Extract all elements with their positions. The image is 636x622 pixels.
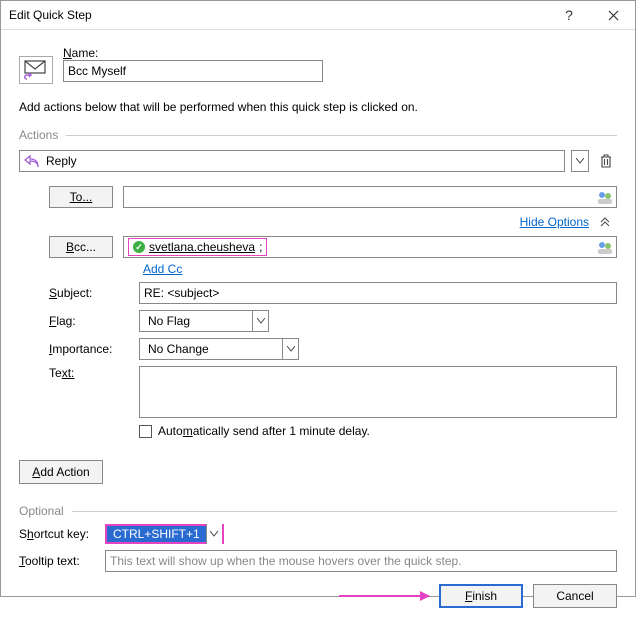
importance-label: Importance: (49, 342, 129, 356)
bcc-input[interactable]: ✓ svetlana.cheusheva; (123, 236, 617, 258)
flag-select[interactable]: No Flag (139, 310, 269, 332)
auto-send-checkbox[interactable] (139, 425, 152, 438)
optional-label: Optional (19, 504, 64, 518)
action-row: Reply (19, 150, 617, 172)
action-details: To... Hide Options Bcc... ✓ (49, 180, 617, 438)
auto-send-label: Automatically send after 1 minute delay. (158, 424, 370, 438)
name-row: Name: (19, 46, 617, 84)
to-button[interactable]: To... (49, 186, 113, 208)
add-action-button[interactable]: Add Action (19, 460, 103, 484)
close-icon (608, 10, 619, 21)
bcc-recipient-chip[interactable]: ✓ svetlana.cheusheva; (128, 238, 267, 256)
shortcut-select[interactable]: CTRL+SHIFT+1 (105, 524, 224, 544)
titlebar: Edit Quick Step ? (1, 1, 635, 30)
chevron-down-icon (257, 318, 265, 324)
text-input[interactable] (139, 366, 617, 418)
chevron-down-icon (287, 346, 295, 352)
subject-input[interactable] (139, 282, 617, 304)
action-type-select[interactable]: Reply (19, 150, 565, 172)
chevron-down-icon (210, 531, 218, 537)
trash-icon (599, 153, 613, 169)
subject-label: Subject: (49, 286, 129, 300)
name-label: Name: (63, 46, 617, 60)
hide-options-link[interactable]: Hide Options (520, 215, 589, 229)
check-icon: ✓ (133, 241, 145, 253)
actions-section-header: Actions (19, 128, 617, 142)
shortcut-label: Shortcut key: (19, 527, 95, 541)
delete-action-button[interactable] (595, 150, 617, 172)
dialog-window: Edit Quick Step ? Name: Add actions belo… (0, 0, 636, 597)
help-button[interactable]: ? (547, 1, 591, 29)
name-input[interactable] (63, 60, 323, 82)
to-input[interactable] (123, 186, 617, 208)
optional-section-header: Optional (19, 504, 617, 518)
finish-button[interactable]: Finish (439, 584, 523, 608)
collapse-button[interactable] (597, 214, 613, 230)
importance-select[interactable]: No Change (139, 338, 299, 360)
chevron-double-up-icon (600, 217, 610, 227)
cancel-button[interactable]: Cancel (533, 584, 617, 608)
tooltip-label: Tooltip text: (19, 554, 95, 568)
action-type-dropdown-button[interactable] (571, 150, 589, 172)
window-title: Edit Quick Step (9, 8, 547, 22)
text-label: Text: (49, 366, 129, 380)
address-book-icon[interactable] (596, 238, 614, 256)
actions-label: Actions (19, 128, 58, 142)
quickstep-icon-button[interactable] (19, 56, 53, 84)
address-book-icon[interactable] (596, 188, 614, 206)
close-button[interactable] (591, 1, 635, 29)
reply-icon (24, 154, 40, 168)
tooltip-input[interactable]: This text will show up when the mouse ho… (105, 550, 617, 572)
instructions-text: Add actions below that will be performed… (19, 100, 617, 114)
bcc-button[interactable]: Bcc... (49, 236, 113, 258)
add-cc-link[interactable]: Add Cc (143, 262, 182, 276)
dialog-content: Name: Add actions below that will be per… (1, 30, 635, 622)
titlebar-buttons: ? (547, 1, 635, 29)
button-bar: Finish Cancel (19, 584, 617, 608)
chevron-down-icon (576, 158, 584, 164)
envelope-reply-icon (23, 59, 49, 81)
action-type-value: Reply (46, 154, 77, 168)
flag-label: Flag: (49, 314, 129, 328)
